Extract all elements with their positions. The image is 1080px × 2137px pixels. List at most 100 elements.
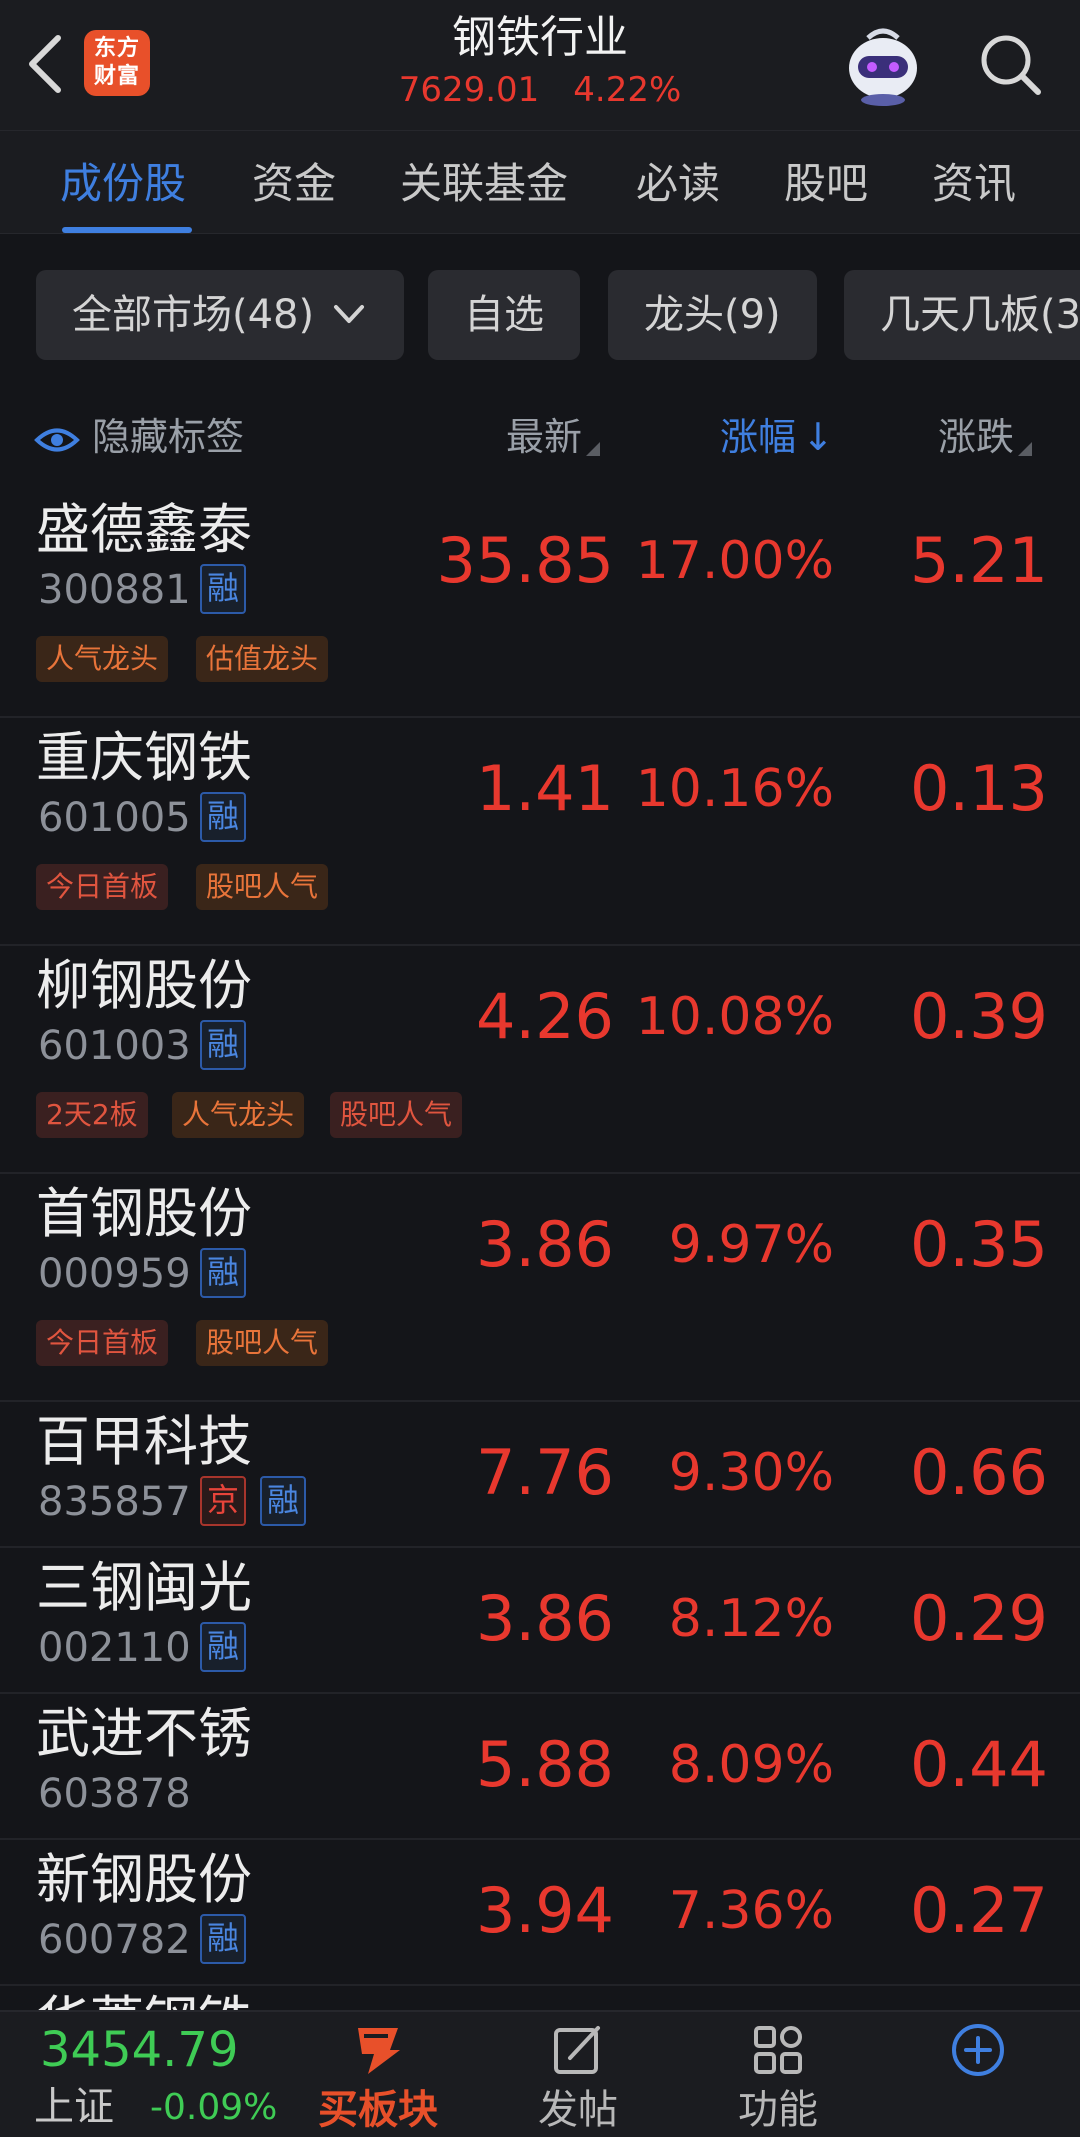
stock-tag: 人气龙头 [172,1092,305,1138]
tab-related-funds[interactable]: 关联基金 [400,159,568,209]
stock-name: 首钢股份 [36,1182,252,1245]
beijing-exchange-badge: 京 [200,1476,246,1526]
eye-icon [34,428,80,451]
column-latest[interactable]: 最新 [506,412,601,462]
tab-constituents[interactable]: 成份股 [60,159,186,209]
active-tab-indicator [62,227,192,233]
tab-funds-flow[interactable]: 资金 [252,159,336,209]
margin-badge: 融 [200,1914,246,1964]
market-index-value[interactable]: 3454.79 [40,2022,239,2078]
tab-news[interactable]: 资讯 [932,159,1016,209]
assistant-robot-button[interactable] [838,24,928,108]
stock-code: 000959 [38,1251,191,1297]
bottom-bar: 3454.79 上证 -0.09% 买板块 发帖 功能 [0,2010,1080,2137]
nav-compose[interactable]: 发帖 [498,2020,658,2136]
margin-badge: 融 [200,1248,246,1298]
stock-row[interactable]: 新钢股份 600782 融 3.94 7.36% 0.27 [0,1840,1080,1986]
price-change: 0.66 [909,1436,1048,1509]
price-change: 0.39 [909,980,1048,1053]
stock-name: 柳钢股份 [36,954,252,1017]
stock-name: 新钢股份 [36,1848,252,1911]
margin-badge: 融 [200,1622,246,1672]
latest-price: 1.41 [475,752,614,825]
stock-row[interactable]: 百甲科技 835857 京 融 7.76 9.30% 0.66 [0,1402,1080,1548]
pct-change: 9.30% [668,1443,834,1503]
stock-tag: 人气龙头 [36,636,169,682]
top-bar: 东方 财富 钢铁行业 7629.01 4.22% [0,0,1080,130]
stock-tag: 股吧人气 [330,1092,463,1138]
stock-row[interactable]: 重庆钢铁 601005 融 今日首板 股吧人气 1.41 10.16% 0.13 [0,718,1080,946]
sector-index-value: 7629.01 [398,70,540,110]
nav-functions[interactable]: 功能 [698,2020,858,2136]
pct-change: 8.09% [668,1735,834,1795]
tab-forum[interactable]: 股吧 [784,159,868,209]
nav-compose-label: 发帖 [538,2087,618,2133]
stock-tag: 今日首板 [36,1320,169,1366]
back-button[interactable] [18,28,74,100]
filter-market-dropdown[interactable]: 全部市场(48) [36,270,404,360]
stock-row[interactable]: 首钢股份 000959 融 今日首板 股吧人气 3.86 9.97% 0.35 [0,1174,1080,1402]
chevron-left-icon [29,35,61,93]
column-pct-label: 涨幅 [720,415,797,459]
filter-watchlist[interactable]: 自选 [428,270,580,360]
market-index-pct: -0.09% [150,2087,278,2128]
stock-code: 603878 [38,1771,191,1817]
tab-must-read[interactable]: 必读 [636,159,720,209]
price-change: 0.29 [909,1582,1048,1655]
nav-buy-sector[interactable]: 买板块 [298,2020,458,2136]
stock-code: 601005 [38,795,191,841]
stock-name: 华菱钢铁 [36,1990,252,2010]
hide-tags-label: 隐藏标签 [92,415,245,459]
latest-price: 3.94 [475,1874,614,1947]
plus-circle-icon [952,2024,1004,2076]
grid-icon [754,2026,802,2074]
price-change: 0.27 [909,1874,1048,1947]
latest-price: 5.88 [475,1728,614,1801]
title-block: 钢铁行业 7629.01 4.22% [300,10,780,110]
hide-tags-toggle[interactable]: 隐藏标签 [34,412,244,462]
stock-tag: 股吧人气 [196,864,329,910]
app-logo: 东方 财富 [84,30,150,96]
stock-code: 835857 [38,1479,191,1525]
filter-leaders[interactable]: 龙头(9) [608,270,817,360]
filter-bar: 全部市场(48) 自选 龙头(9) 几天几板(3 [0,234,1080,382]
pct-change: 9.97% [668,1215,834,1275]
stock-name: 百甲科技 [36,1410,252,1473]
robot-avatar-icon [849,28,917,106]
stock-tag: 股吧人气 [196,1320,329,1366]
margin-badge: 融 [200,792,246,842]
pct-change: 8.12% [668,1589,834,1649]
nav-buy-sector-label: 买板块 [318,2087,438,2133]
stock-tag: 2天2板 [36,1092,148,1138]
stock-code: 002110 [38,1625,191,1671]
sort-indicator-icon [586,442,601,456]
pct-change: 10.16% [635,759,834,819]
buy-sector-icon [358,2028,400,2074]
stock-row[interactable]: 柳钢股份 601003 融 2天2板 人气龙头 股吧人气 4.26 10.08%… [0,946,1080,1174]
stock-code: 300881 [38,567,191,613]
stock-row[interactable]: 武进不锈 603878 5.88 8.09% 0.44 [0,1694,1080,1840]
pct-change: 17.00% [635,531,834,591]
sector-index-change: 4.22% [573,70,682,110]
search-button[interactable] [976,30,1046,100]
latest-price: 35.85 [436,524,615,597]
stock-row[interactable]: 盛德鑫泰 300881 融 人气龙头 估值龙头 35.85 17.00% 5.2… [0,490,1080,718]
column-change[interactable]: 涨跌 [938,412,1033,462]
stock-code: 600782 [38,1917,191,1963]
latest-price: 7.76 [475,1436,614,1509]
stock-row[interactable]: 华菱钢铁 [0,1986,1080,2010]
stock-name: 盛德鑫泰 [36,498,252,561]
stock-tag: 今日首板 [36,864,169,910]
stock-row[interactable]: 三钢闽光 002110 融 3.86 8.12% 0.29 [0,1548,1080,1694]
column-pct-change[interactable]: 涨幅 ↓ [720,412,834,462]
nav-add[interactable] [898,2020,1058,2084]
stock-name: 重庆钢铁 [36,726,252,789]
compose-icon [554,2026,600,2074]
latest-price: 3.86 [475,1208,614,1281]
column-change-label: 涨跌 [938,415,1015,459]
latest-price: 4.26 [475,980,614,1053]
column-latest-label: 最新 [506,415,583,459]
market-index-name: 上证 [34,2084,114,2130]
filter-limit-up-streak[interactable]: 几天几板(3 [844,270,1080,360]
search-icon [981,35,1041,95]
